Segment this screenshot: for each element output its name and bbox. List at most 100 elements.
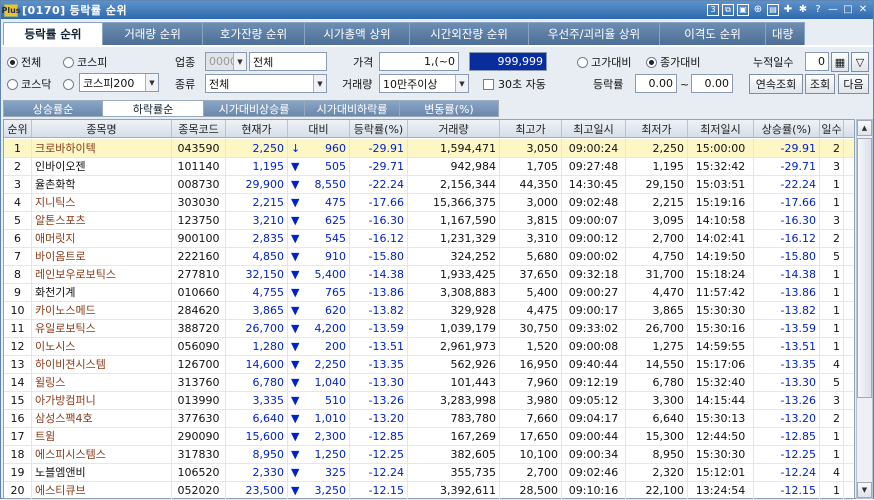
col-days-header[interactable]: 일수: [820, 120, 844, 137]
help-icon[interactable]: ?: [812, 4, 824, 16]
table-row[interactable]: 8 레인보우로보틱스 277810 32,150 ▼ 5,400 -14.38 1,933,4…: [4, 265, 854, 284]
table-row[interactable]: 18 에스피시스템스 317830 8,950 ▼ 1,250 -12.25 382,605 1…: [4, 445, 854, 464]
tab-volume-rank[interactable]: 거래량 순위: [102, 22, 203, 45]
table-row[interactable]: 4 지니틱스 303030 2,215 ▼ 475 -17.66 15,366,375 3,00…: [4, 193, 854, 212]
high-price: 3,815: [500, 211, 562, 229]
col-low-time-header[interactable]: 최저일시: [688, 120, 754, 137]
scroll-down-icon[interactable]: ▼: [857, 482, 872, 498]
volume-select[interactable]: 10만주이상 ▼: [379, 74, 469, 93]
next-button[interactable]: 다음: [838, 74, 869, 94]
chevron-down-icon: ▼: [233, 53, 246, 70]
sector-code-select[interactable]: 0000 ▼: [205, 52, 247, 71]
stock-name: 레인보우로보틱스: [32, 265, 172, 283]
days: 5: [820, 373, 844, 391]
col-price-header[interactable]: 현재가: [226, 120, 288, 137]
high-time: 09:12:19: [562, 373, 626, 391]
stock-code: 010660: [172, 283, 226, 301]
tab-rate-rank[interactable]: 등락률 순위: [3, 22, 103, 45]
col-high-header[interactable]: 최고가: [500, 120, 562, 137]
change-rate: -17.66: [350, 193, 408, 211]
vertical-scrollbar[interactable]: ▲ ▼: [856, 119, 873, 499]
col-rank-header[interactable]: 순위: [4, 120, 32, 137]
table-row[interactable]: 15 아가방컴퍼니 013990 3,335 ▼ 510 -13.26 3,283,998 3,…: [4, 391, 854, 410]
kospi200-select[interactable]: 코스피200 ▼: [79, 73, 159, 92]
subtab-rise-rate[interactable]: 상승률순: [3, 100, 103, 117]
col-high-time-header[interactable]: 최고일시: [562, 120, 626, 137]
col-volume-header[interactable]: 거래량: [408, 120, 500, 137]
sector-name-field[interactable]: 전체: [249, 52, 327, 71]
col-low-header[interactable]: 최저가: [626, 120, 688, 137]
radio-kospi[interactable]: 코스피: [63, 53, 107, 71]
radio-kospi200[interactable]: [63, 75, 77, 93]
table-row[interactable]: 17 트윔 290090 15,600 ▼ 2,300 -12.85 167,269 17,65…: [4, 427, 854, 446]
change-rate: -12.15: [350, 481, 408, 499]
col-code-header[interactable]: 종목코드: [172, 120, 226, 137]
filter-panel: 전체 코스피 코스닥 코스피200 ▼ 업종 0000 ▼ 전체 종류 전체 ▼ 가격…: [1, 47, 873, 99]
tab-disparity[interactable]: 이격도 순위: [659, 22, 766, 45]
low-price: 26,700: [626, 319, 688, 337]
table-row[interactable]: 14 윌링스 313760 6,780 ▼ 1,040 -13.30 101,443 7,960…: [4, 373, 854, 392]
print-icon[interactable]: ▤: [767, 4, 779, 16]
rank: 7: [4, 247, 32, 265]
page-number-icon[interactable]: 3: [707, 4, 719, 16]
auto-refresh-checkbox[interactable]: 30초 자동: [483, 75, 546, 93]
table-row[interactable]: 3 율촌화학 008730 29,900 ▼ 8,550 -22.24 2,156,344 44…: [4, 175, 854, 194]
table-row[interactable]: 2 인바이오젠 101140 1,195 ▼ 505 -29.71 942,984 1,705 0…: [4, 157, 854, 176]
table-row[interactable]: 16 삼성스팩4호 377630 6,640 ▼ 1,010 -13.20 783,780 7,…: [4, 409, 854, 428]
table-row[interactable]: 19 노블엠앤비 106520 2,330 ▼ 325 -12.24 355,735 2,700…: [4, 463, 854, 482]
zoom-icon[interactable]: ⊕: [752, 4, 764, 16]
tab-preferred[interactable]: 우선주/괴리율 상위: [528, 22, 660, 45]
tab-after-hours[interactable]: 시간외잔량 순위: [409, 22, 529, 45]
scroll-up-icon[interactable]: ▲: [857, 120, 872, 136]
radio-all[interactable]: 전체: [7, 53, 41, 71]
subtab-fall-rate[interactable]: 하락률순: [102, 100, 204, 117]
query-button[interactable]: 조회: [805, 74, 835, 94]
window-icon[interactable]: ▣: [737, 4, 749, 16]
filter-icon[interactable]: ▽: [851, 52, 869, 72]
col-rate-header[interactable]: 등락률(%): [350, 120, 408, 137]
tab-order-book-rank[interactable]: 호가잔량 순위: [202, 22, 305, 45]
rate-to-field[interactable]: 0.00: [691, 74, 733, 93]
link-icon[interactable]: ⧉: [722, 4, 734, 16]
tab-market-cap[interactable]: 시가총액 상위: [304, 22, 410, 45]
change-rate: -13.26: [350, 391, 408, 409]
table-row[interactable]: 20 에스티큐브 052020 23,500 ▼ 3,250 -12.15 3,392,611…: [4, 481, 854, 500]
subtab-open-fall[interactable]: 시가대비하락률: [304, 100, 400, 117]
price-to-field[interactable]: 999,999: [469, 52, 547, 71]
change-rate: -16.12: [350, 229, 408, 247]
type-select[interactable]: 전체 ▼: [205, 74, 327, 93]
minimize-icon[interactable]: —: [827, 4, 839, 16]
maximize-icon[interactable]: □: [842, 4, 854, 16]
col-rise-rate-header[interactable]: 상승률(%): [754, 120, 820, 137]
col-change-header[interactable]: 대비: [288, 120, 350, 137]
tab-large-volume[interactable]: 대량: [765, 22, 805, 45]
rise-rate: -14.38: [754, 265, 820, 283]
subtab-open-rise[interactable]: 시가대비상승률: [203, 100, 305, 117]
table-row[interactable]: 11 유일로보틱스 388720 26,700 ▼ 4,200 -13.59 1,039,17…: [4, 319, 854, 338]
low-time: 15:30:30: [688, 445, 754, 463]
radio-high-compare[interactable]: 고가대비: [577, 53, 631, 71]
table-row[interactable]: 10 카이노스메드 284620 3,865 ▼ 620 -13.82 329,928 4,47…: [4, 301, 854, 320]
table-row[interactable]: 13 하이비젼시스템 126700 14,600 ▼ 2,250 -13.35 562,926…: [4, 355, 854, 374]
volume: 1,039,179: [408, 319, 500, 337]
days-field[interactable]: 0: [805, 52, 829, 71]
table-row[interactable]: 7 바이옴트로 222160 4,850 ▼ 910 -15.80 324,252 5,680 0…: [4, 247, 854, 266]
change-cell: ▼ 4,200: [288, 319, 350, 337]
col-name-header[interactable]: 종목명: [32, 120, 172, 137]
table-row[interactable]: 12 이노시스 056090 1,280 ▼ 200 -13.51 2,961,973 1,52…: [4, 337, 854, 356]
table-row[interactable]: 1 크로바하이텍 043590 2,250 ↓ 960 -29.91 1,594,471 3,0…: [4, 139, 854, 158]
close-icon[interactable]: ✕: [857, 4, 869, 16]
table-row[interactable]: 5 알톤스포츠 123750 3,210 ▼ 625 -16.30 1,167,590 3,81…: [4, 211, 854, 230]
subtab-volatility[interactable]: 변동률(%): [399, 100, 499, 117]
settings-icon[interactable]: ✱: [797, 4, 809, 16]
radio-close-compare[interactable]: 종가대비: [646, 53, 700, 71]
radio-kosdaq[interactable]: 코스닥: [7, 75, 51, 93]
price-from-field[interactable]: 1,(~0: [379, 52, 459, 71]
table-row[interactable]: 6 애머릿지 900100 2,835 ▼ 545 -16.12 1,231,329 3,310…: [4, 229, 854, 248]
calendar-icon[interactable]: ▦: [831, 52, 849, 72]
pin-icon[interactable]: ✚: [782, 4, 794, 16]
table-row[interactable]: 9 화천기계 010660 4,755 ▼ 765 -13.86 3,308,883 5,400…: [4, 283, 854, 302]
scroll-thumb[interactable]: [857, 138, 872, 398]
rate-from-field[interactable]: 0.00: [635, 74, 677, 93]
continuous-query-button[interactable]: 연속조회: [749, 74, 803, 94]
